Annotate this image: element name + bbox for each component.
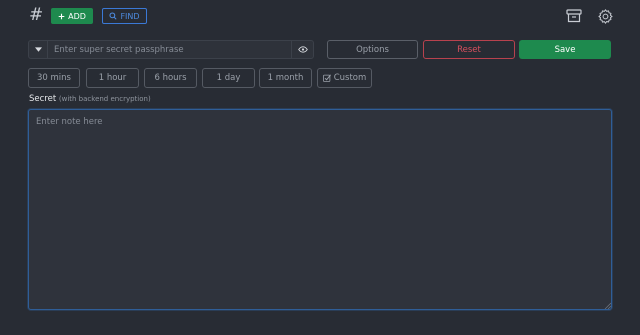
find-button-label: FIND xyxy=(120,11,140,21)
passphrase-input[interactable] xyxy=(48,41,291,58)
checkbox-checked-icon xyxy=(322,74,331,82)
reset-button[interactable]: Reset xyxy=(423,40,515,59)
archive-icon[interactable] xyxy=(566,8,582,24)
plus-icon xyxy=(58,13,65,19)
passphrase-group xyxy=(28,40,314,59)
duration-30-mins-button[interactable]: 30 mins xyxy=(28,68,80,88)
duration-custom-button[interactable]: Custom xyxy=(317,68,372,88)
duration-6-hours-button[interactable]: 6 hours xyxy=(144,68,197,88)
find-button[interactable]: FIND xyxy=(102,8,147,24)
gear-icon[interactable] xyxy=(597,8,614,25)
app-logo[interactable]: # xyxy=(29,5,43,25)
eye-icon xyxy=(297,46,308,53)
save-button[interactable]: Save xyxy=(519,40,611,59)
options-button[interactable]: Options xyxy=(327,40,418,59)
duration-1-month-button[interactable]: 1 month xyxy=(259,68,312,88)
secret-label-subtitle: (with backend encryption) xyxy=(58,95,151,103)
add-button[interactable]: ADD xyxy=(51,8,93,24)
duration-1-hour-button[interactable]: 1 hour xyxy=(86,68,139,88)
resize-grip-icon[interactable] xyxy=(604,302,611,309)
search-icon xyxy=(109,12,118,20)
passphrase-visibility-toggle[interactable] xyxy=(291,41,313,58)
note-textarea[interactable] xyxy=(28,109,612,310)
duration-custom-label: Custom xyxy=(333,73,367,83)
secret-label: Secret (with backend encryption) xyxy=(29,94,151,104)
top-bar: # ADD FIND xyxy=(0,0,640,34)
secret-label-title: Secret xyxy=(29,94,57,104)
caret-down-icon xyxy=(34,47,42,52)
duration-1-day-button[interactable]: 1 day xyxy=(202,68,255,88)
add-button-label: ADD xyxy=(68,11,86,21)
passphrase-dropdown[interactable] xyxy=(29,41,48,58)
